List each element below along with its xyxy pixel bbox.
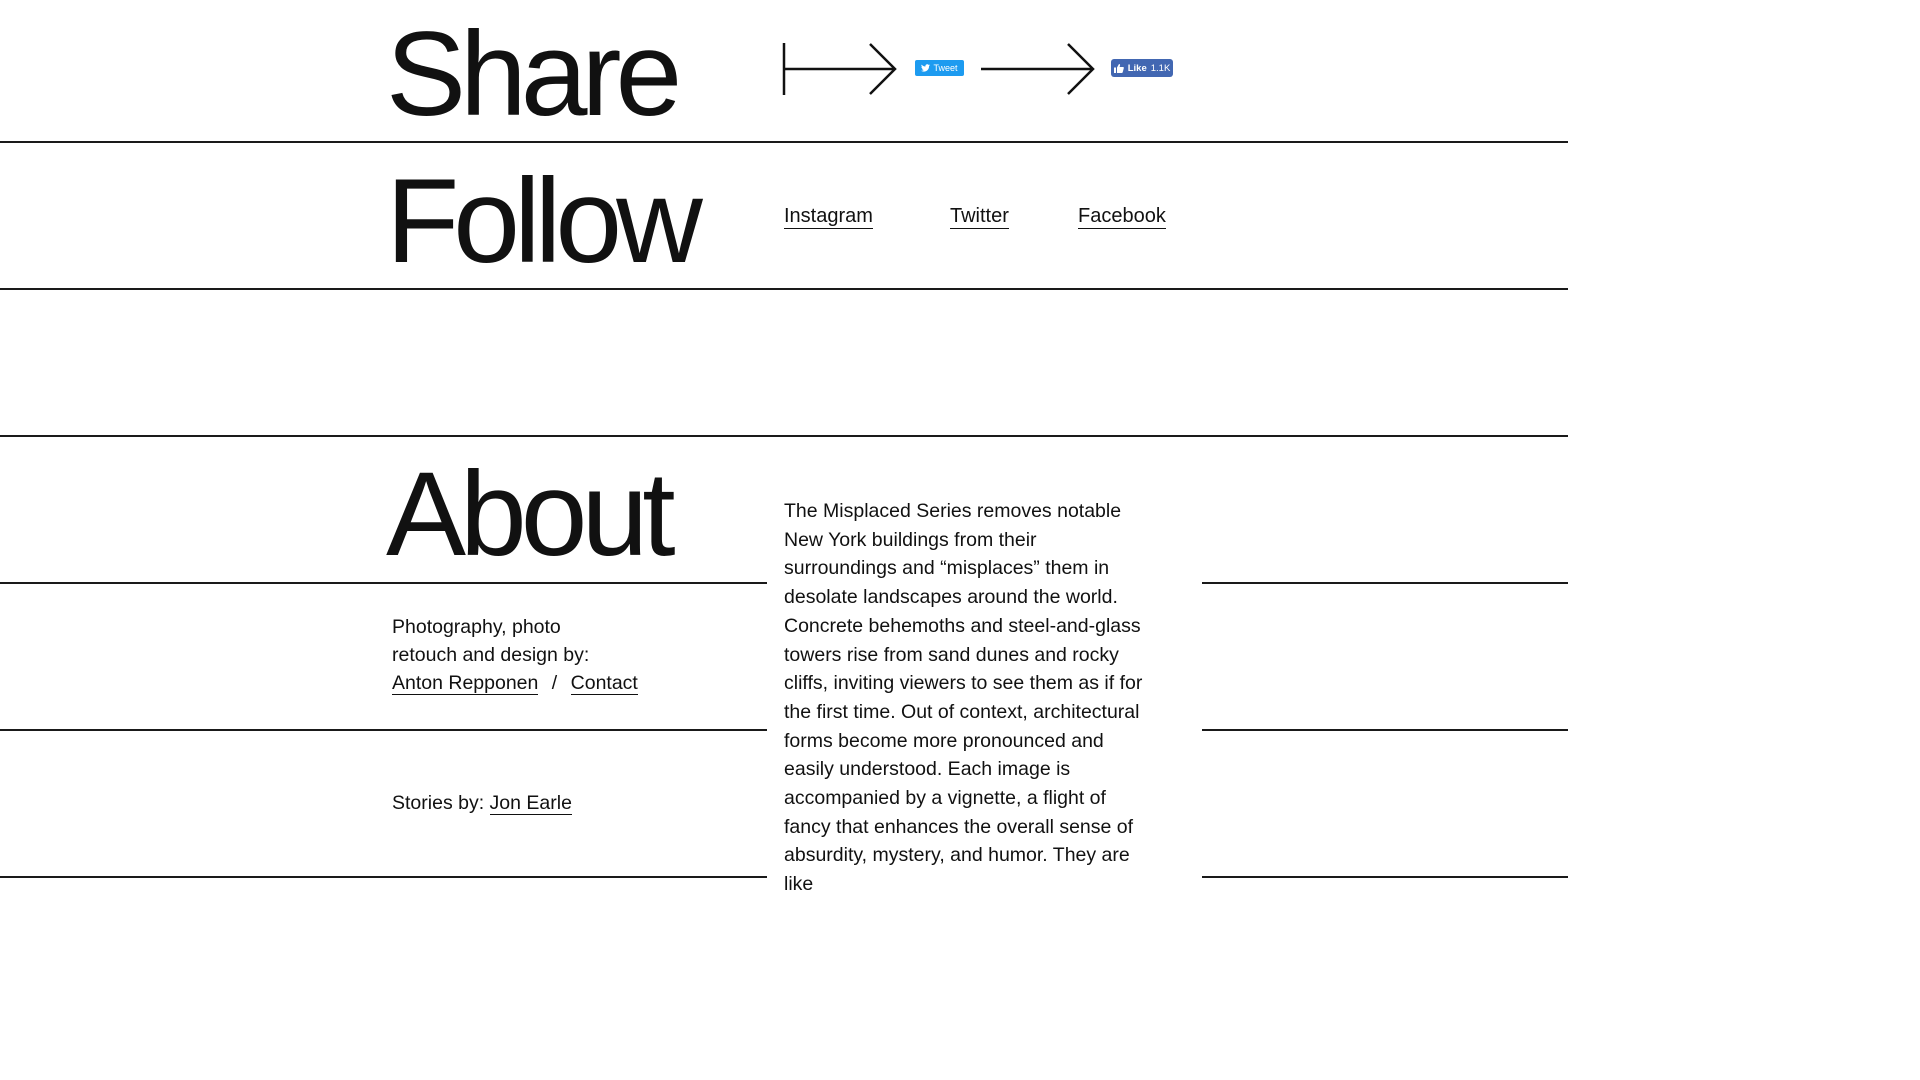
twitter-bird-icon bbox=[921, 64, 931, 72]
stories-label: Stories by: bbox=[392, 792, 485, 814]
about-heading: About bbox=[386, 447, 676, 581]
credits-links: Anton Repponen / Contact bbox=[392, 669, 652, 697]
divider-follow-empty bbox=[0, 288, 1568, 290]
divider-credits-stories-left bbox=[0, 729, 767, 731]
share-heading: Share bbox=[386, 7, 682, 141]
follow-heading: Follow bbox=[386, 154, 703, 288]
tweet-button[interactable]: Tweet bbox=[915, 60, 964, 76]
divider-empty-about bbox=[0, 435, 1568, 437]
stories-credit: Stories by: Jon Earle bbox=[392, 789, 572, 817]
facebook-like-button[interactable]: Like 1.1K bbox=[1111, 59, 1173, 77]
stories-author-link[interactable]: Jon Earle bbox=[489, 792, 572, 815]
twitter-link[interactable]: Twitter bbox=[950, 204, 1009, 229]
credits-block: Photography, photo retouch and design by… bbox=[392, 613, 652, 697]
credits-line-1: Photography, photo bbox=[392, 616, 561, 638]
thumbs-up-icon bbox=[1113, 63, 1124, 73]
like-count: 1.1K bbox=[1150, 62, 1171, 74]
credits-separator: / bbox=[551, 672, 558, 694]
about-description: The Misplaced Series removes notable New… bbox=[784, 500, 1143, 896]
contact-link[interactable]: Contact bbox=[570, 672, 638, 695]
arrow-right-icon bbox=[981, 43, 1095, 95]
divider-about-credits-left bbox=[0, 582, 767, 584]
divider-credits-stories-right bbox=[1202, 729, 1568, 731]
arrow-from-bar-icon bbox=[782, 43, 897, 95]
like-button-label: Like bbox=[1127, 62, 1147, 74]
credits-line-2: retouch and design by: bbox=[392, 644, 590, 666]
tweet-button-label: Tweet bbox=[933, 63, 958, 73]
divider-stories-bottom-right bbox=[1202, 876, 1568, 878]
divider-about-credits-right bbox=[1202, 582, 1568, 584]
author-link[interactable]: Anton Repponen bbox=[392, 672, 539, 695]
instagram-link[interactable]: Instagram bbox=[784, 204, 873, 229]
divider-share-follow bbox=[0, 141, 1568, 143]
facebook-link[interactable]: Facebook bbox=[1078, 204, 1166, 229]
divider-stories-bottom-left bbox=[0, 876, 767, 878]
